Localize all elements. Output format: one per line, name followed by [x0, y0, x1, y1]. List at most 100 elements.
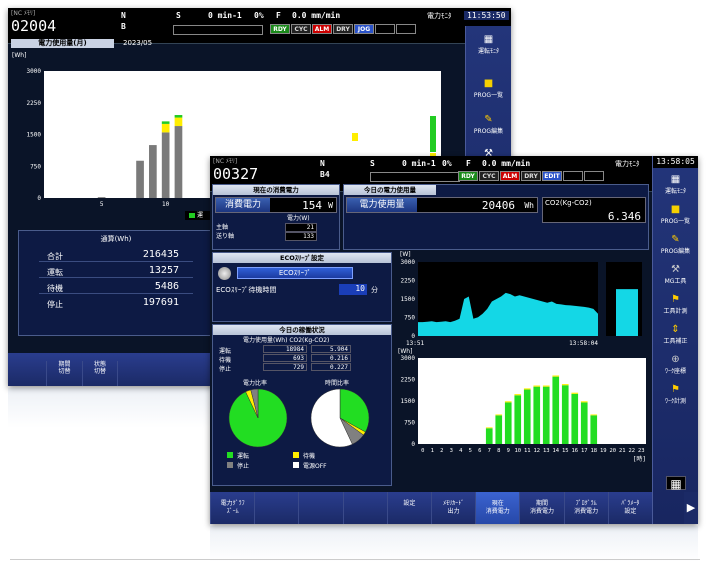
chart-bar	[561, 384, 569, 386]
panel-title: 今日の電力使用量	[344, 185, 436, 195]
tool-icon: ⚒	[671, 264, 680, 275]
fkey-0[interactable]: 電力ｸﾞﾗﾌ ｽﾞｰﾑ	[210, 492, 255, 524]
fkey-line: 期間	[58, 361, 71, 368]
total-row-value: 197691	[142, 297, 179, 308]
co2-box: CO2(Kg-CO2) 6.346	[542, 197, 646, 223]
fkey-state[interactable]: 状態 切替	[82, 361, 118, 386]
next-page-arrow-icon[interactable]: ▶	[684, 492, 698, 524]
today-usage-label: 電力使用量	[347, 198, 417, 212]
status-lamps: RDY CYC ALM DRY EDIT	[458, 171, 608, 182]
x-tick-label: 16	[571, 448, 578, 454]
pie-legend: 運転 待機 停止 電源OFF	[227, 451, 387, 473]
x-start-label: 13:51	[406, 340, 424, 347]
status-lamp: DRY	[521, 171, 541, 181]
x-tick-label: 10	[514, 448, 521, 454]
fkey-period[interactable]: 期間 切替	[46, 361, 82, 386]
today-usage-box: 電力使用量 20406 Wh	[346, 197, 538, 213]
chart-bar	[161, 121, 170, 124]
program-number: 02004	[11, 17, 57, 35]
x-tick-label: 8	[497, 448, 500, 454]
chart-bar	[523, 389, 531, 444]
status-lamp-empty	[584, 171, 604, 181]
today-usage-unit: Wh	[524, 201, 534, 210]
chart-bar	[542, 386, 550, 444]
pencil-icon: ✎	[484, 114, 493, 125]
eco-wait-label: ECOｽﾘｰﾌﾟ待機時間	[216, 286, 277, 294]
x-unit-label: [時]	[633, 455, 646, 463]
fkey-8[interactable]: ﾌﾟﾛｸﾞﾗﾑ 消費電力	[563, 492, 608, 524]
y-tick-label: 0	[411, 333, 415, 340]
eco-sleep-button[interactable]: ECOｽﾘｰﾌﾟ	[237, 267, 353, 279]
fkey-line: ﾊﾟﾗﾒｰﾀ	[621, 500, 640, 507]
chart-date: 2023/05	[123, 39, 153, 47]
x-tick-label: 1	[431, 448, 434, 454]
y-tick-label: 750	[404, 315, 415, 322]
side-items: ▦ 運転ﾓﾆﾀ ■ PROG一覧 ✎ PROG編集 ⚒ MG工具 ⚑ 工具計測 ⇕ 工具補正 ⊕ ﾜｰｸ座…	[653, 170, 698, 490]
chart-bar	[504, 402, 512, 444]
side-item-1[interactable]: ■ PROG一覧	[653, 204, 698, 225]
fkey-5[interactable]: ﾒﾓﾘｶｰﾄﾞ 出力	[431, 492, 476, 524]
chart-bar	[495, 414, 503, 416]
x-tick-label: 3	[450, 448, 453, 454]
x-tick-label: 23	[638, 448, 645, 454]
menu-grid-icon[interactable]: ▦	[666, 476, 686, 491]
chart-bar	[542, 385, 550, 387]
chart-bar	[571, 392, 579, 394]
function-key-bar: 電力ｸﾞﾗﾌ ｽﾞｰﾑ 設定 ﾒﾓﾘｶｰﾄﾞ 出力 現在 消費電力 期間 消費電力 ﾌﾟﾛｸﾞﾗﾑ…	[210, 490, 652, 524]
status-lamp: EDIT	[542, 171, 562, 181]
fkey-4[interactable]: 設定	[386, 492, 431, 524]
fkey-6[interactable]: 現在 消費電力	[475, 492, 520, 524]
x-tick-label: 15	[562, 448, 569, 454]
x-tick-label: 5	[100, 201, 104, 208]
panel-title: 現在の消費電力	[213, 185, 339, 195]
side-item-3[interactable]: ⚒ MG工具	[653, 264, 698, 285]
power-area-2	[616, 289, 638, 336]
y-tick-label: 3000	[401, 355, 416, 362]
legend-swatch	[293, 452, 299, 458]
status-row-wh: 18984	[263, 345, 307, 353]
legend-label: 電源OFF	[303, 463, 327, 470]
pie-title-time: 時間比率	[325, 380, 350, 387]
feed-power-value: 133	[285, 232, 317, 241]
axis-label: N	[121, 11, 126, 20]
side-prog-list[interactable]: ■ PROG一覧	[466, 78, 511, 99]
fkey-3[interactable]	[342, 492, 387, 524]
fkey-7[interactable]: 期間 消費電力	[519, 492, 564, 524]
side-item-4[interactable]: ⚑ 工具計測	[653, 294, 698, 315]
message-box	[370, 172, 460, 182]
x-tick-label: 5	[469, 448, 472, 454]
side-item-0[interactable]: ▦ 運転ﾓﾆﾀ	[653, 174, 698, 195]
fkey-line: 設定	[403, 500, 416, 507]
total-row-value: 5486	[154, 281, 179, 292]
fkey-2[interactable]	[298, 492, 343, 524]
x-tick-label: 19	[600, 448, 607, 454]
today-status-panel: 今日の稼働状況 電力使用量(Wh) CO2(Kg-CO2) 運転 18984 5.9…	[212, 324, 392, 486]
side-label: 運転ﾓﾆﾀ	[664, 188, 686, 195]
side-run-monitor[interactable]: ▦ 運転ﾓﾆﾀ	[466, 34, 511, 55]
spindle-value: 0 min-1	[402, 159, 436, 168]
side-item-5[interactable]: ⇕ 工具補正	[653, 324, 698, 345]
co2-value: 6.346	[607, 210, 641, 223]
side-item-7[interactable]: ⚑ ﾜｰｸ計測	[653, 384, 698, 405]
side-label: PROG一覧	[660, 218, 691, 225]
clock: 13:58:05	[653, 156, 698, 168]
side-item-2[interactable]: ✎ PROG編集	[653, 234, 698, 255]
side-prog-edit[interactable]: ✎ PROG編集	[466, 114, 511, 135]
mode-label: [NC ﾒﾓﾘ]	[213, 158, 238, 165]
chart-bar	[523, 388, 531, 390]
chart-bar	[97, 197, 106, 198]
chart-bar	[580, 401, 588, 403]
front-side-menu: 13:58:05 ▦ 運転ﾓﾆﾀ ■ PROG一覧 ✎ PROG編集 ⚒ MG工具 ⚑ 工具計測 ⇕…	[652, 156, 698, 524]
fkey-1[interactable]	[254, 492, 299, 524]
side-item-6[interactable]: ⊕ ﾜｰｸ座標	[653, 354, 698, 375]
feed-power-label: 送り軸	[216, 233, 235, 240]
status-lamp: RDY	[270, 24, 290, 34]
eco-indicator-icon[interactable]	[218, 267, 231, 280]
chart-bar	[561, 385, 569, 444]
fkey-9[interactable]: ﾊﾟﾗﾒｰﾀ 設定	[607, 492, 652, 524]
status-lamp-empty	[396, 24, 416, 34]
side-label: PROG一覧	[473, 92, 504, 99]
x-tick-label: 0	[421, 448, 424, 454]
eco-wait-input[interactable]: 10	[339, 284, 367, 295]
chart-bar	[161, 132, 170, 198]
